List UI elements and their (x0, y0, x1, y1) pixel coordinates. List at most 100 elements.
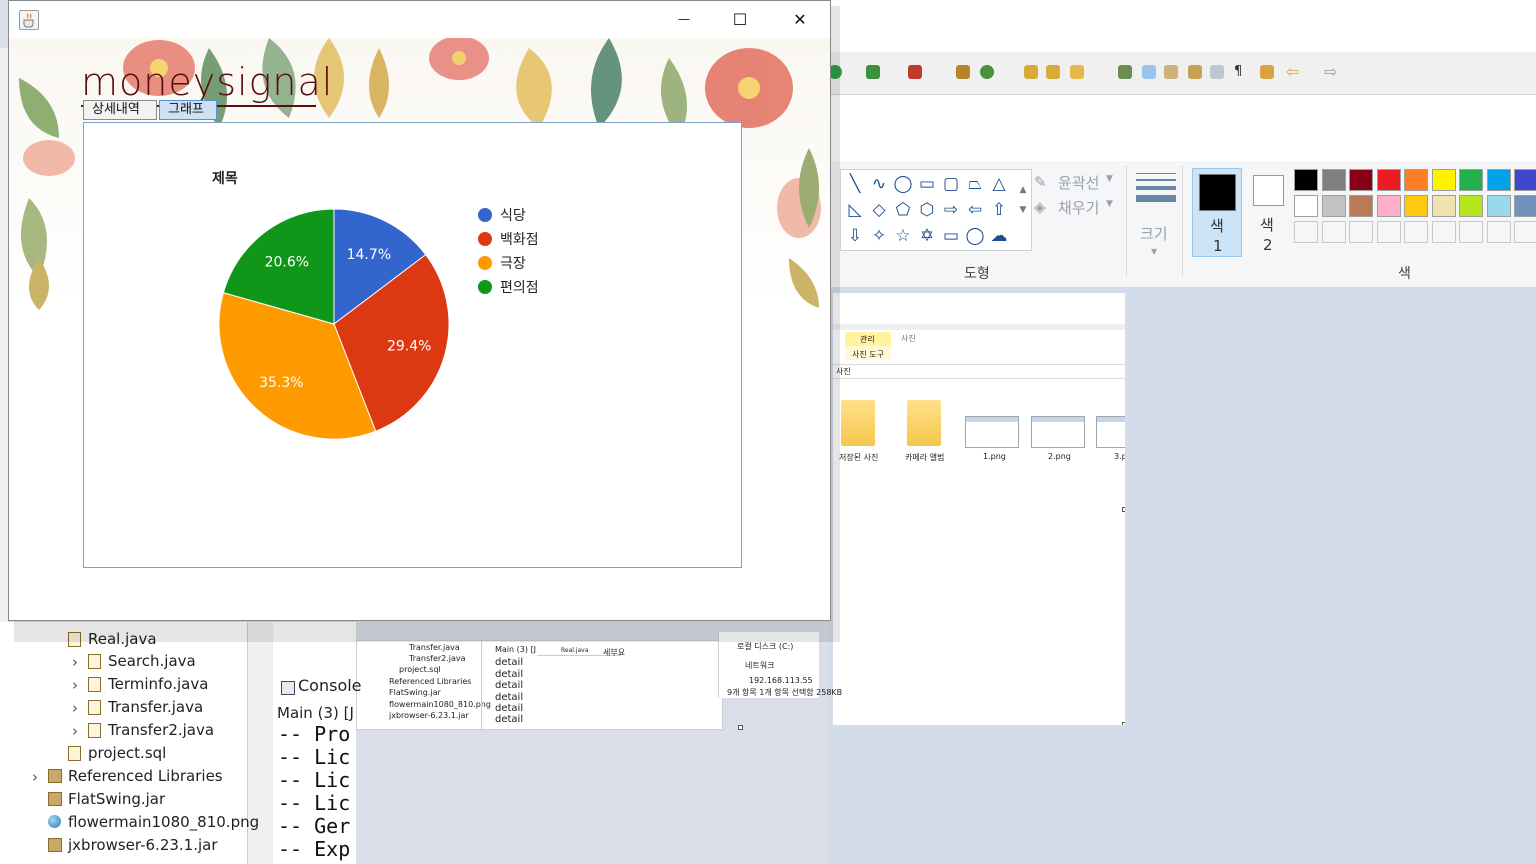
star4-shape-icon[interactable]: ✧ (869, 226, 889, 246)
back-edit-icon[interactable] (1260, 65, 1274, 79)
hexagon-shape-icon[interactable]: ⬡ (917, 200, 937, 220)
palette-color-swatch[interactable] (1376, 195, 1401, 217)
close-button[interactable]: ✕ (777, 1, 823, 38)
annotation-icon[interactable] (1164, 65, 1178, 79)
outline-dropdown-icon[interactable]: ▼ (1106, 174, 1113, 184)
right-triangle-shape-icon[interactable]: ◺ (845, 200, 865, 220)
palette-color-swatch[interactable] (1459, 195, 1483, 217)
highlight-icon[interactable] (1142, 65, 1156, 79)
task-icon[interactable] (1188, 65, 1202, 79)
maximize-button[interactable]: ☐ (717, 1, 763, 38)
brush-icon[interactable] (1070, 65, 1084, 79)
open-folder-icon[interactable] (1024, 65, 1038, 79)
palette-empty-swatch[interactable] (1459, 221, 1483, 243)
right-arrow-shape-icon[interactable]: ⇨ (941, 200, 961, 220)
palette-color-swatch[interactable] (1431, 169, 1456, 191)
palette-color-swatch[interactable] (1349, 195, 1373, 217)
fill-button[interactable]: 채우기 (1058, 197, 1099, 218)
tree-expand-icon[interactable]: › (32, 768, 38, 786)
line-shape-icon[interactable]: ╲ (845, 174, 865, 194)
down-arrow-shape-icon[interactable]: ⇩ (845, 226, 865, 246)
palette-color-swatch[interactable] (1376, 169, 1401, 191)
pilcrow-icon[interactable]: ¶ (1234, 65, 1248, 79)
tree-expand-icon[interactable]: › (72, 722, 78, 740)
polygon-shape-icon[interactable]: ⏢ (965, 174, 985, 194)
palette-color-swatch[interactable] (1321, 195, 1346, 217)
tree-expand-icon[interactable]: › (72, 653, 78, 671)
rounded-rect-shape-icon[interactable]: ▢ (941, 174, 961, 194)
callout-oval-shape-icon[interactable]: ◯ (965, 226, 985, 246)
palette-empty-swatch[interactable] (1486, 221, 1511, 243)
oval-shape-icon[interactable]: ◯ (893, 174, 913, 194)
resize-handle[interactable] (1122, 722, 1125, 725)
palette-empty-swatch[interactable] (1294, 221, 1318, 243)
palette-color-swatch[interactable] (1404, 195, 1428, 217)
palette-color-swatch[interactable] (1514, 195, 1536, 217)
tree-item[interactable]: Search.java (108, 650, 196, 672)
up-arrow-shape-icon[interactable]: ⇧ (989, 200, 1009, 220)
palette-color-swatch[interactable] (1431, 195, 1456, 217)
open-file-icon[interactable] (1046, 65, 1060, 79)
palette-empty-swatch[interactable] (1321, 221, 1346, 243)
palette-color-swatch[interactable] (1486, 169, 1511, 191)
new-class-icon[interactable] (980, 65, 994, 79)
gallery-scroll-icon[interactable]: ▲ ▼ (1013, 180, 1033, 215)
size-button[interactable]: 크기 ▼ (1134, 171, 1178, 261)
java-file-icon (88, 654, 101, 669)
pasted-eclipse-screenshot: Transfer.java Transfer2.java project.sql… (356, 640, 723, 730)
tree-item[interactable]: flowermain1080_810.png (68, 811, 259, 833)
tree-item[interactable]: Transfer.java (108, 696, 203, 718)
resize-handle[interactable] (738, 725, 743, 730)
pin-icon[interactable] (1118, 65, 1132, 79)
paint-canvas[interactable]: 관리 사진 사진 도구 사진 저장된 사진 카메라 앨범 1.png 2.png… (833, 293, 1125, 725)
tree-expand-icon[interactable]: › (72, 699, 78, 717)
debug-icon[interactable] (866, 65, 880, 79)
color1-button[interactable]: 색 1 (1192, 168, 1242, 257)
tree-item[interactable]: Transfer2.java (108, 719, 214, 741)
palette-color-swatch[interactable] (1459, 169, 1483, 191)
tree-item[interactable]: Referenced Libraries (68, 765, 223, 787)
palette-color-swatch[interactable] (1486, 195, 1511, 217)
palette-empty-swatch[interactable] (1404, 221, 1428, 243)
callout-rect-shape-icon[interactable]: ▭ (941, 226, 961, 246)
palette-color-swatch[interactable] (1349, 169, 1373, 191)
minimize-button[interactable]: — (661, 1, 707, 38)
palette-color-swatch[interactable] (1294, 195, 1318, 217)
console-tab[interactable]: Console (298, 676, 362, 695)
palette-color-swatch[interactable] (1404, 169, 1428, 191)
color2-button[interactable]: 색 2 (1248, 168, 1288, 257)
palette-color-swatch[interactable] (1294, 169, 1318, 191)
triangle-shape-icon[interactable]: △ (989, 174, 1009, 194)
palette-color-swatch[interactable] (1321, 169, 1346, 191)
palette-empty-swatch[interactable] (1349, 221, 1373, 243)
diamond-shape-icon[interactable]: ◇ (869, 200, 889, 220)
block-icon[interactable] (1210, 65, 1224, 79)
resize-handle[interactable] (1122, 507, 1125, 512)
star5-shape-icon[interactable]: ☆ (893, 226, 913, 246)
left-arrow-shape-icon[interactable]: ⇦ (965, 200, 985, 220)
package-icon[interactable] (956, 65, 970, 79)
tree-item[interactable]: FlatSwing.jar (68, 788, 165, 810)
tab-graph[interactable]: 그래프 (159, 100, 217, 120)
tree-item[interactable]: Terminfo.java (108, 673, 208, 695)
tree-expand-icon[interactable]: › (72, 676, 78, 694)
tree-item[interactable]: jxbrowser-6.23.1.jar (68, 834, 218, 856)
curve-shape-icon[interactable]: ∿ (869, 174, 889, 194)
palette-color-swatch[interactable] (1514, 169, 1536, 191)
coverage-icon[interactable] (908, 65, 922, 79)
back-icon[interactable]: ⇦ (1286, 64, 1300, 80)
palette-empty-swatch[interactable] (1376, 221, 1401, 243)
tab-detail[interactable]: 상세내역 (83, 100, 157, 120)
fill-dropdown-icon[interactable]: ▼ (1106, 199, 1113, 209)
titlebar[interactable]: — ☐ ✕ (9, 1, 830, 38)
forward-icon[interactable]: ⇨ (1324, 64, 1338, 80)
rectangle-shape-icon[interactable]: ▭ (917, 174, 937, 194)
shapes-gallery[interactable]: ╲ ∿ ◯ ▭ ▢ ⏢ △ ◺ ◇ ⬠ ⬡ ⇨ ⇦ ⇧ ⇩ ✧ ☆ ✡ ▭ ◯ … (840, 169, 1032, 251)
tree-item[interactable]: project.sql (88, 742, 166, 764)
palette-empty-swatch[interactable] (1431, 221, 1456, 243)
outline-button[interactable]: 윤곽선 (1058, 172, 1099, 193)
palette-empty-swatch[interactable] (1514, 221, 1536, 243)
star6-shape-icon[interactable]: ✡ (917, 226, 937, 246)
pentagon-shape-icon[interactable]: ⬠ (893, 200, 913, 220)
cloud-shape-icon[interactable]: ☁ (989, 226, 1009, 246)
